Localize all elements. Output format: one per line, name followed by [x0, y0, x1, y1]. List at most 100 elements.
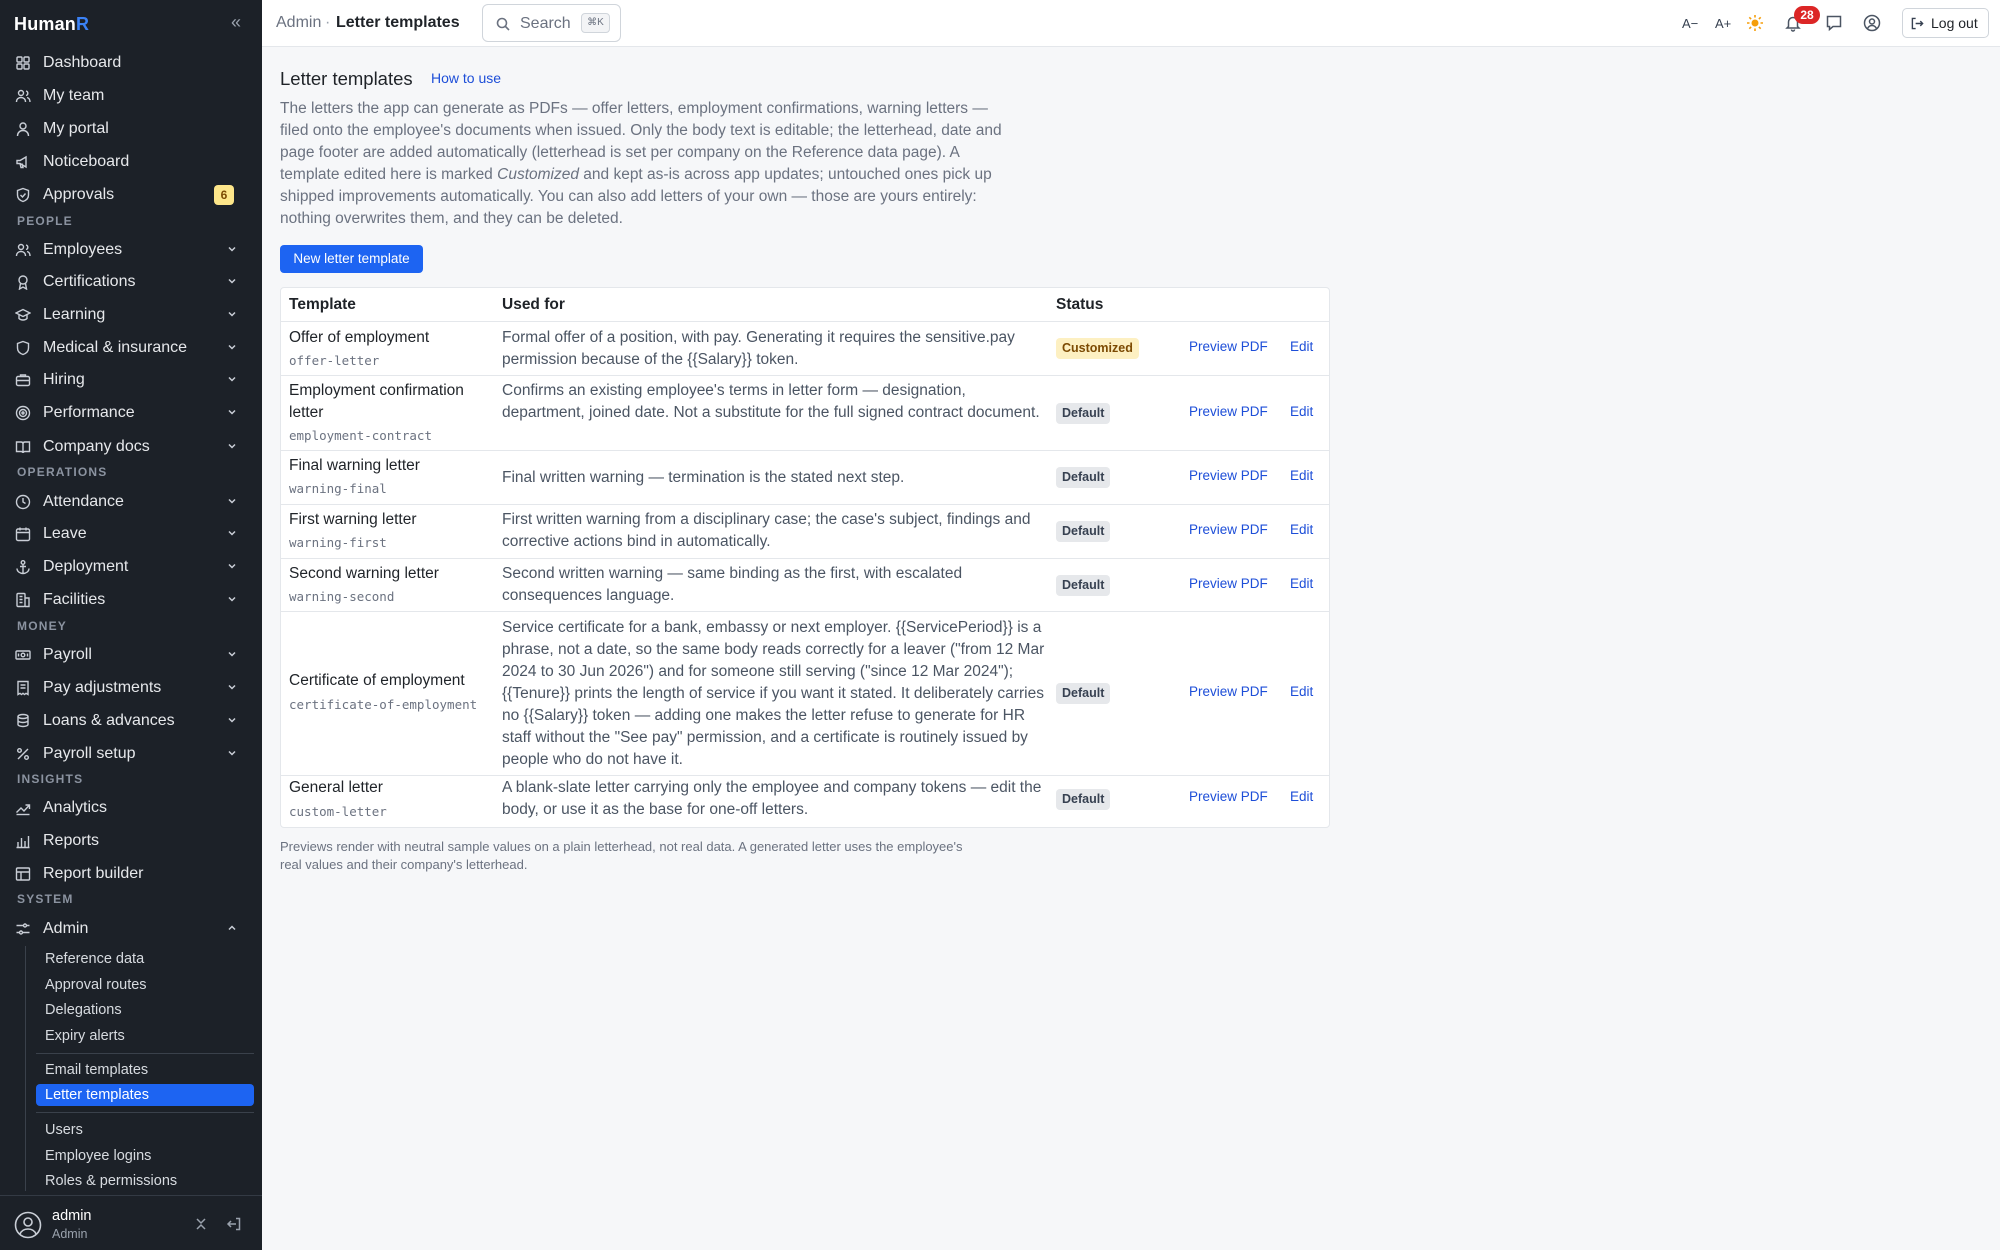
sidebar-subitem-users[interactable]: Users [36, 1119, 254, 1141]
sidebar-item-admin[interactable]: Admin [14, 915, 250, 943]
template-used-for: Second written warning — same binding as… [502, 565, 963, 604]
how-to-use-link[interactable]: How to use [431, 70, 501, 86]
sidebar-item-pay-adjustments[interactable]: Pay adjustments [14, 674, 250, 702]
sidebar-item-noticeboard[interactable]: Noticeboard [14, 148, 250, 176]
sidebar-subitem-letter-templates[interactable]: Letter templates [36, 1084, 254, 1106]
new-letter-template-button[interactable]: New letter template [280, 245, 423, 273]
sidebar-user-panel: admin Admin [0, 1195, 262, 1250]
template-used-for: Formal offer of a position, with pay. Ge… [502, 329, 1015, 368]
sidebar-item-performance[interactable]: Performance [14, 399, 250, 427]
font-increase-button[interactable]: A+ [1715, 14, 1731, 34]
edit-link[interactable]: Edit [1290, 404, 1313, 419]
sidebar-item-label: Attendance [43, 493, 124, 510]
template-key: offer-letter [289, 353, 380, 368]
sidebar-item-facilities[interactable]: Facilities [14, 586, 250, 614]
chevron-down-icon [228, 530, 236, 536]
sidebar-subitem-approval-routes[interactable]: Approval routes [36, 974, 254, 996]
sidebar-item-label: Loans & advances [43, 712, 175, 729]
table-row: Second warning letter warning-second Sec… [281, 558, 1329, 611]
sidebar-subitem-expiry-alerts[interactable]: Expiry alerts [36, 1025, 254, 1047]
breadcrumb-separator: · [325, 14, 331, 31]
chevron-down-icon [228, 376, 236, 382]
sidebar-item-leave[interactable]: Leave [14, 520, 250, 548]
preview-pdf-link[interactable]: Preview PDF [1189, 684, 1268, 699]
template-key: certificate-of-employment [289, 697, 478, 712]
preview-pdf-link[interactable]: Preview PDF [1189, 789, 1268, 804]
user-role: Admin [52, 1227, 88, 1241]
target-icon [14, 404, 32, 422]
sidebar-item-dashboard[interactable]: Dashboard [14, 49, 250, 77]
font-decrease-button[interactable]: A− [1682, 14, 1698, 34]
table-row: First warning letter warning-first First… [281, 504, 1329, 558]
breadcrumb-current: Letter templates [336, 14, 460, 31]
receipt-icon [14, 679, 32, 697]
preview-pdf-link[interactable]: Preview PDF [1189, 576, 1268, 591]
sidebar-item-employees[interactable]: Employees [14, 236, 250, 264]
user-circle-icon[interactable] [1863, 14, 1881, 32]
sidebar-item-report-builder[interactable]: Report builder [14, 860, 250, 888]
preview-pdf-link[interactable]: Preview PDF [1189, 404, 1268, 419]
sidebar-item-label: Company docs [43, 438, 150, 455]
sidebar-item-my-team[interactable]: My team [14, 82, 250, 110]
template-name: Employment confirmation letter [289, 382, 464, 421]
sidebar-item-hiring[interactable]: Hiring [14, 366, 250, 394]
template-key: warning-second [289, 589, 395, 604]
edit-link[interactable]: Edit [1290, 522, 1313, 537]
sidebar-subitem-email-templates[interactable]: Email templates [36, 1059, 254, 1081]
chevron-down-icon [228, 750, 236, 756]
chevron-down-icon [228, 443, 236, 449]
preview-pdf-link[interactable]: Preview PDF [1189, 522, 1268, 537]
sidebar-item-certifications[interactable]: Certifications [14, 268, 250, 296]
chevron-down-icon [228, 717, 236, 723]
clock-icon [14, 493, 32, 511]
sidebar-item-analytics[interactable]: Analytics [14, 794, 250, 822]
app-logo[interactable]: HumanR [14, 14, 89, 35]
sidebar-item-medical-insurance[interactable]: Medical & insurance [14, 334, 250, 362]
sidebar-subitem-delegations[interactable]: Delegations [36, 999, 254, 1021]
sidebar-item-payroll-setup[interactable]: Payroll setup [14, 740, 250, 768]
graduation-cap-icon [14, 306, 32, 324]
search-button[interactable]: Search ⌘K [482, 4, 621, 42]
edit-link[interactable]: Edit [1290, 339, 1313, 354]
sidebar-item-label: Hiring [43, 371, 85, 388]
template-name: Offer of employment [289, 329, 430, 346]
sidebar-subitem-reference-data[interactable]: Reference data [36, 948, 254, 970]
sidebar-item-my-portal[interactable]: My portal [14, 115, 250, 143]
sidebar-item-approvals[interactable]: Approvals 6 [14, 181, 250, 209]
sidebar-item-company-docs[interactable]: Company docs [14, 433, 250, 461]
sidebar-item-loans-advances[interactable]: Loans & advances [14, 707, 250, 735]
chat-icon[interactable] [1825, 14, 1843, 32]
edit-link[interactable]: Edit [1290, 789, 1313, 804]
preview-pdf-link[interactable]: Preview PDF [1189, 339, 1268, 354]
preview-pdf-link[interactable]: Preview PDF [1189, 468, 1268, 483]
sidebar-item-label: Noticeboard [43, 153, 130, 170]
sidebar-item-label: Admin [43, 920, 89, 937]
edit-link[interactable]: Edit [1290, 576, 1313, 591]
column-header-template: Template [289, 296, 356, 313]
sidebar-subitem-roles-permissions[interactable]: Roles & permissions [36, 1170, 254, 1192]
sign-out-icon[interactable] [226, 1216, 242, 1232]
sidebar-item-attendance[interactable]: Attendance [14, 488, 250, 516]
sidebar-item-deployment[interactable]: Deployment [14, 553, 250, 581]
page-title: Letter templates [280, 68, 413, 89]
sun-icon[interactable] [1746, 14, 1764, 32]
user-name: admin [52, 1208, 92, 1224]
breadcrumb-admin[interactable]: Admin [276, 14, 321, 32]
sidebar-item-label: Employees [43, 241, 123, 258]
template-used-for: Confirms an existing employee's terms in… [502, 382, 1040, 421]
expand-collapse-icon[interactable] [193, 1216, 209, 1232]
status-badge: Default [1056, 789, 1111, 810]
template-used-for: Final written warning — termination is t… [502, 469, 905, 486]
table-row: Offer of employment offer-letter Formal … [281, 321, 1329, 375]
logout-button[interactable]: Log out [1902, 8, 1989, 38]
edit-link[interactable]: Edit [1290, 684, 1313, 699]
sidebar-item-reports[interactable]: Reports [14, 827, 250, 855]
edit-link[interactable]: Edit [1290, 468, 1313, 483]
sidebar-subitem-employee-logins[interactable]: Employee logins [36, 1145, 254, 1167]
column-header-status: Status [1056, 296, 1104, 313]
sidebar-item-learning[interactable]: Learning [14, 301, 250, 329]
sidebar-item-payroll[interactable]: Payroll [14, 641, 250, 669]
avatar[interactable] [14, 1211, 42, 1239]
sidebar-item-label: Pay adjustments [43, 679, 162, 696]
collapse-sidebar-icon[interactable]: « [226, 12, 246, 32]
